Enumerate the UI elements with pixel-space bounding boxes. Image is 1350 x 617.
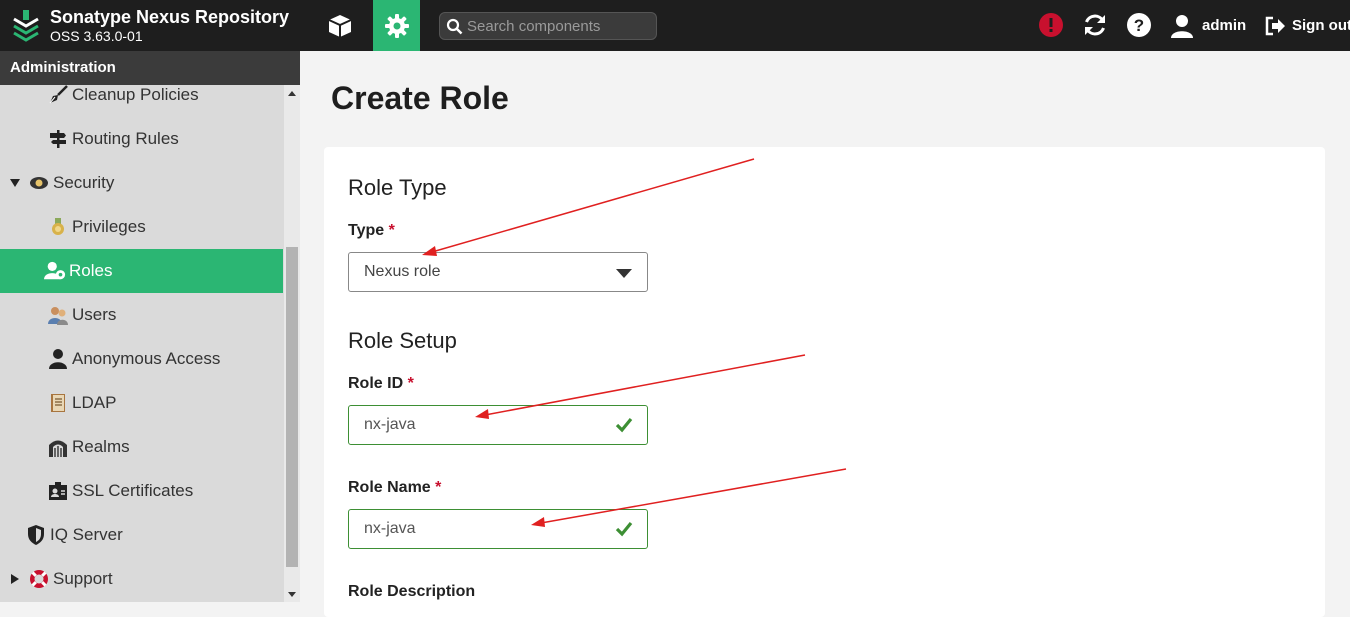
- alert-icon: [1039, 13, 1063, 37]
- valid-check-icon: [615, 521, 633, 537]
- scroll-down-arrow-icon[interactable]: [287, 591, 297, 599]
- user-name: admin: [1202, 17, 1247, 34]
- cube-icon: [328, 14, 352, 37]
- type-label: Type *: [348, 222, 395, 240]
- brand-version: OSS 3.63.0-01: [50, 28, 143, 44]
- sidebar-item-label: SSL Certificates: [72, 481, 194, 500]
- sidebar-item-label: Users: [72, 305, 117, 324]
- sidebar-item-realms[interactable]: Realms: [0, 425, 283, 469]
- chevron-down-icon: [616, 269, 632, 278]
- sidebar-item-label: Security: [53, 173, 115, 192]
- type-select[interactable]: Nexus role: [348, 252, 648, 292]
- role-name-input[interactable]: nx-java: [348, 509, 648, 549]
- role-setup-heading: Role Setup: [348, 328, 457, 353]
- sidebar-item-support[interactable]: Support: [0, 557, 283, 601]
- type-label-text: Type: [348, 222, 385, 239]
- required-marker: *: [388, 222, 395, 239]
- svg-text:?: ?: [1134, 16, 1144, 35]
- sidebar-item-label: Roles: [69, 261, 113, 280]
- search-icon: [446, 18, 463, 35]
- admin-sidebar: Administration Cleanup Policies Routing …: [0, 51, 300, 602]
- medal-icon: [47, 216, 69, 238]
- sidebar-item-label: Anonymous Access: [72, 349, 221, 368]
- sign-out-icon: [1265, 16, 1285, 35]
- realm-gate-icon: [47, 436, 69, 458]
- user-menu[interactable]: admin: [1170, 0, 1246, 51]
- search-input[interactable]: [467, 16, 647, 36]
- sidebar-item-privileges[interactable]: Privileges: [0, 205, 283, 249]
- sign-out-label: Sign out: [1292, 17, 1350, 34]
- sidebar-item-label: Routing Rules: [72, 129, 179, 148]
- role-name-label: Role Name *: [348, 479, 441, 497]
- system-alert-button[interactable]: [1037, 11, 1065, 39]
- help-icon: ?: [1127, 13, 1151, 37]
- user-icon: [1171, 14, 1193, 38]
- sidebar-item-roles[interactable]: Roles: [0, 249, 283, 293]
- sign-out-button[interactable]: Sign out: [1264, 0, 1350, 51]
- sidebar-item-iq-server[interactable]: IQ Server: [0, 513, 283, 557]
- role-name-label-text: Role Name: [348, 479, 431, 496]
- type-select-value: Nexus role: [364, 263, 441, 280]
- ldap-book-icon: [47, 392, 69, 414]
- person-icon: [47, 348, 69, 370]
- sidebar-item-label: Realms: [72, 437, 130, 456]
- brand[interactable]: Sonatype Nexus Repository OSS 3.63.0-01: [0, 0, 300, 51]
- roles-icon: [44, 260, 66, 282]
- sidebar-item-security[interactable]: Security: [0, 161, 283, 205]
- shield-icon: [25, 524, 47, 546]
- nexus-logo-icon: [13, 10, 39, 42]
- users-icon: [47, 304, 69, 326]
- brand-title: Sonatype Nexus Repository: [50, 7, 290, 27]
- role-id-label: Role ID *: [348, 375, 414, 393]
- sidebar-item-label: Support: [53, 569, 113, 588]
- signpost-icon: [47, 128, 69, 150]
- sidebar-item-label: Privileges: [72, 217, 146, 236]
- sidebar-item-users[interactable]: Users: [0, 293, 283, 337]
- refresh-icon: [1085, 14, 1105, 36]
- search-box[interactable]: [439, 12, 657, 40]
- page-title: Create Role: [331, 80, 509, 116]
- sidebar-item-label: Cleanup Policies: [72, 85, 199, 104]
- valid-check-icon: [615, 417, 633, 433]
- certificate-icon: [47, 480, 69, 502]
- top-bar: Sonatype Nexus Repository OSS 3.63.0-01: [0, 0, 1350, 51]
- required-marker: *: [407, 375, 414, 392]
- role-type-heading: Role Type: [348, 175, 447, 200]
- help-button[interactable]: ?: [1125, 11, 1153, 39]
- sidebar-scrollbar-thumb[interactable]: [286, 247, 298, 567]
- badge-icon: [28, 172, 50, 194]
- scroll-up-arrow-icon[interactable]: [287, 89, 297, 97]
- role-description-label: Role Description: [348, 583, 476, 600]
- role-id-label-text: Role ID: [348, 375, 404, 392]
- refresh-button[interactable]: [1081, 11, 1109, 39]
- sidebar-item-routing-rules[interactable]: Routing Rules: [0, 117, 283, 161]
- role-id-input[interactable]: nx-java: [348, 405, 648, 445]
- lifebuoy-icon: [28, 568, 50, 590]
- sidebar-item-ldap[interactable]: LDAP: [0, 381, 283, 425]
- administration-button[interactable]: [373, 0, 420, 51]
- broom-icon: [47, 84, 69, 106]
- sidebar-item-label: LDAP: [72, 393, 117, 412]
- sidebar-item-ssl-certificates[interactable]: SSL Certificates: [0, 469, 283, 513]
- required-marker: *: [435, 479, 442, 496]
- gear-icon: [384, 13, 409, 38]
- browse-button[interactable]: [318, 0, 362, 51]
- role-name-value: nx-java: [364, 520, 416, 537]
- sidebar-item-anonymous-access[interactable]: Anonymous Access: [0, 337, 283, 381]
- role-id-value: nx-java: [364, 416, 416, 433]
- expanded-caret-icon[interactable]: [8, 179, 22, 187]
- collapsed-caret-icon[interactable]: [8, 574, 22, 584]
- sidebar-item-cleanup-policies[interactable]: Cleanup Policies: [0, 73, 283, 117]
- sidebar-item-label: IQ Server: [50, 525, 123, 544]
